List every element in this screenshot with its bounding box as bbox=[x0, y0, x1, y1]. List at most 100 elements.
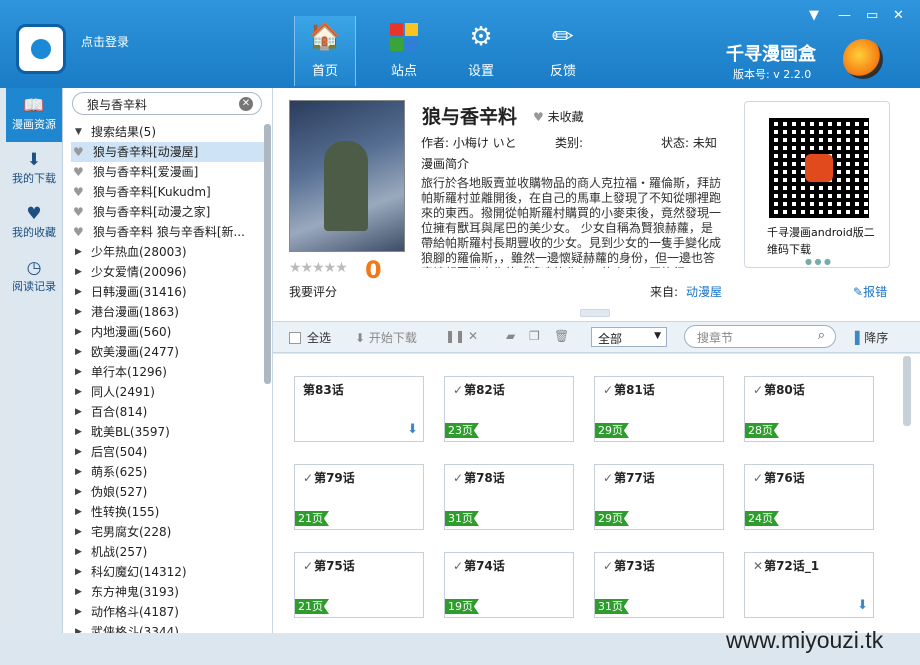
category-item[interactable]: ▶ 内地漫画(560) bbox=[71, 322, 265, 342]
pause-icon[interactable]: ❚❚ bbox=[445, 329, 465, 343]
category-item[interactable]: ▶ 后宫(504) bbox=[71, 442, 265, 462]
chapter-title-text: 第78话 bbox=[464, 471, 505, 485]
start-download-button[interactable]: ⬇ 开始下载 bbox=[355, 329, 417, 346]
clear-search-icon[interactable]: ✕ bbox=[239, 97, 253, 111]
tree-label: 少女爱情(20096) bbox=[91, 265, 187, 279]
filter-select[interactable]: 全部 ▼ bbox=[591, 327, 667, 347]
menu-icon[interactable]: ▼ bbox=[809, 8, 819, 23]
status: 状态: 未知 bbox=[661, 136, 717, 150]
chapter-card[interactable]: ✓第79话 21页 bbox=[294, 464, 424, 530]
sidebar-label: 我的收藏 bbox=[12, 226, 56, 239]
category-item[interactable]: ▶ 同人(2491) bbox=[71, 382, 265, 402]
minimize-icon[interactable]: — bbox=[838, 8, 851, 23]
page-count-badge: 28页 bbox=[745, 423, 779, 438]
nav-feedback[interactable]: ✏ 反馈 bbox=[532, 16, 594, 86]
category-item[interactable]: ▶ 科幻魔幻(14312) bbox=[71, 562, 265, 582]
chapter-card[interactable]: ✓第82话 23页 bbox=[444, 376, 574, 442]
tree-label: 内地漫画(560) bbox=[91, 325, 172, 339]
tree-label: 百合(814) bbox=[91, 405, 148, 419]
search-input[interactable]: 狼与香辛料 ✕ bbox=[72, 92, 262, 115]
nav-settings[interactable]: ⚙ 设置 bbox=[450, 16, 512, 86]
category-item[interactable]: ▶ 少女爱情(20096) bbox=[71, 262, 265, 282]
search-result-item[interactable]: ♥ 狼与香辛料[Kukudm] bbox=[71, 182, 265, 202]
select-all-checkbox[interactable]: 全选 bbox=[289, 329, 331, 346]
tree-label: 宅男腐女(228) bbox=[91, 525, 172, 539]
rating-stars[interactable]: ★★★★★ bbox=[289, 260, 348, 276]
trash-icon[interactable]: 🗑 bbox=[554, 329, 569, 343]
chapter-card[interactable]: ✓第78话 31页 bbox=[444, 464, 574, 530]
chapter-card[interactable]: ✓第73话 31页 bbox=[594, 552, 724, 618]
sidebar-item-favorites[interactable]: ♥ 我的收藏 bbox=[6, 196, 62, 250]
checkbox bbox=[289, 332, 301, 344]
chapter-card[interactable]: 第83话 ⬇ bbox=[294, 376, 424, 442]
clock-icon: ◷ bbox=[26, 258, 42, 278]
select-all-label: 全选 bbox=[307, 331, 332, 345]
category-item[interactable]: ▶ 少年热血(28003) bbox=[71, 242, 265, 262]
chapter-title: ✕第72话_1 bbox=[753, 557, 819, 574]
source-link[interactable]: 动漫屋 bbox=[686, 285, 722, 299]
chapter-card[interactable]: ✓第75话 21页 bbox=[294, 552, 424, 618]
chapter-card[interactable]: ✓第74话 19页 bbox=[444, 552, 574, 618]
chapter-scrollbar[interactable] bbox=[903, 356, 911, 426]
chapter-card[interactable]: ✓第80话 28页 bbox=[744, 376, 874, 442]
nav-home[interactable]: 🏠 首页 bbox=[294, 16, 356, 86]
chapter-card[interactable]: ✓第76话 24页 bbox=[744, 464, 874, 530]
tree-label: 单行本(1296) bbox=[91, 365, 167, 379]
category-item[interactable]: ▶ 宅男腐女(228) bbox=[71, 522, 265, 542]
chapter-card[interactable]: ✕第72话_1 ⬇ bbox=[744, 552, 874, 618]
search-result-item[interactable]: ♥ 狼与香辛料[动漫之家] bbox=[71, 202, 265, 222]
category-item[interactable]: ▶ 港台漫画(1863) bbox=[71, 302, 265, 322]
rate-link[interactable]: 我要评分 bbox=[289, 283, 337, 300]
search-result-item[interactable]: ♥ 狼与香辛料[动漫屋] bbox=[71, 142, 265, 162]
expand-arrow-icon: ▶ bbox=[75, 407, 82, 417]
login-link[interactable]: 点击登录 bbox=[81, 33, 129, 50]
report-button[interactable]: ✎报错 bbox=[853, 283, 887, 300]
category-item[interactable]: ▶ 性转换(155) bbox=[71, 502, 265, 522]
tree-label: 狼与香辛料[动漫之家] bbox=[93, 205, 211, 219]
sidebar-item-resources[interactable]: 📖 漫画资源 bbox=[6, 88, 62, 142]
chapter-search-input[interactable]: 搜章节 ⌕ bbox=[684, 325, 836, 348]
category-item[interactable]: ▶ 伪娘(527) bbox=[71, 482, 265, 502]
maximize-icon[interactable]: ▭ bbox=[866, 8, 878, 23]
category-item[interactable]: ▶ 日韩漫画(31416) bbox=[71, 282, 265, 302]
rating-score: 0 bbox=[365, 256, 382, 284]
heart-icon: ♥ bbox=[26, 204, 42, 224]
download-icon[interactable]: ⬇ bbox=[407, 422, 418, 437]
sort-order-button[interactable]: ▌降序 bbox=[855, 329, 888, 346]
nav-sites[interactable]: 站点 bbox=[373, 16, 435, 86]
search-results-node[interactable]: ▼ 搜索结果(5) bbox=[71, 122, 265, 142]
category-item[interactable]: ▶ 东方神鬼(3193) bbox=[71, 582, 265, 602]
favorite-button[interactable]: ♥ 未收藏 bbox=[533, 108, 584, 125]
chapter-toolbar: 全选 ⬇ 开始下载 ❚❚ ✕ ▰ ❐ 🗑 全部 ▼ 搜章节 ⌕ ▌降序 bbox=[273, 321, 920, 353]
chapter-title: ✓第75话 bbox=[303, 557, 355, 574]
page-count-badge: 29页 bbox=[595, 511, 629, 526]
category-item[interactable]: ▶ 机战(257) bbox=[71, 542, 265, 562]
chapter-title-text: 第79话 bbox=[314, 471, 355, 485]
search-icon[interactable]: ⌕ bbox=[818, 328, 825, 343]
report-label: 报错 bbox=[863, 285, 888, 299]
folder-icon[interactable]: ▰ bbox=[506, 329, 515, 343]
search-result-item[interactable]: ♥ 狼与香辛料[爱漫画] bbox=[71, 162, 265, 182]
heart-icon: ♥ bbox=[533, 110, 548, 124]
chapter-card[interactable]: ✓第77话 29页 bbox=[594, 464, 724, 530]
tree-scrollbar[interactable] bbox=[264, 124, 271, 384]
category-item[interactable]: ▶ 萌系(625) bbox=[71, 462, 265, 482]
apps-icon bbox=[386, 20, 422, 54]
search-result-item[interactable]: ♥ 狼与香辛料 狼与辛香料[新... bbox=[71, 222, 265, 242]
sidebar-item-history[interactable]: ◷ 阅读记录 bbox=[6, 250, 62, 304]
splitter-handle[interactable] bbox=[580, 309, 610, 317]
copy-icon[interactable]: ❐ bbox=[529, 329, 540, 343]
download-icon[interactable]: ⬇ bbox=[857, 598, 868, 613]
close-icon[interactable]: ✕ bbox=[893, 8, 904, 23]
cancel-icon[interactable]: ✕ bbox=[468, 329, 478, 343]
category-item[interactable]: ▶ 单行本(1296) bbox=[71, 362, 265, 382]
brand-name: 千寻漫画盒 bbox=[726, 44, 816, 65]
category-item[interactable]: ▶ 欧美漫画(2477) bbox=[71, 342, 265, 362]
chapter-title-text: 第80话 bbox=[764, 383, 805, 397]
category-item[interactable]: ▶ 耽美BL(3597) bbox=[71, 422, 265, 442]
carousel-dots[interactable]: ● ● ● bbox=[805, 257, 831, 266]
sidebar-item-downloads[interactable]: ⬇ 我的下载 bbox=[6, 142, 62, 196]
category-item[interactable]: ▶ 百合(814) bbox=[71, 402, 265, 422]
chapter-card[interactable]: ✓第81话 29页 bbox=[594, 376, 724, 442]
category-item[interactable]: ▶ 动作格斗(4187) bbox=[71, 602, 265, 622]
